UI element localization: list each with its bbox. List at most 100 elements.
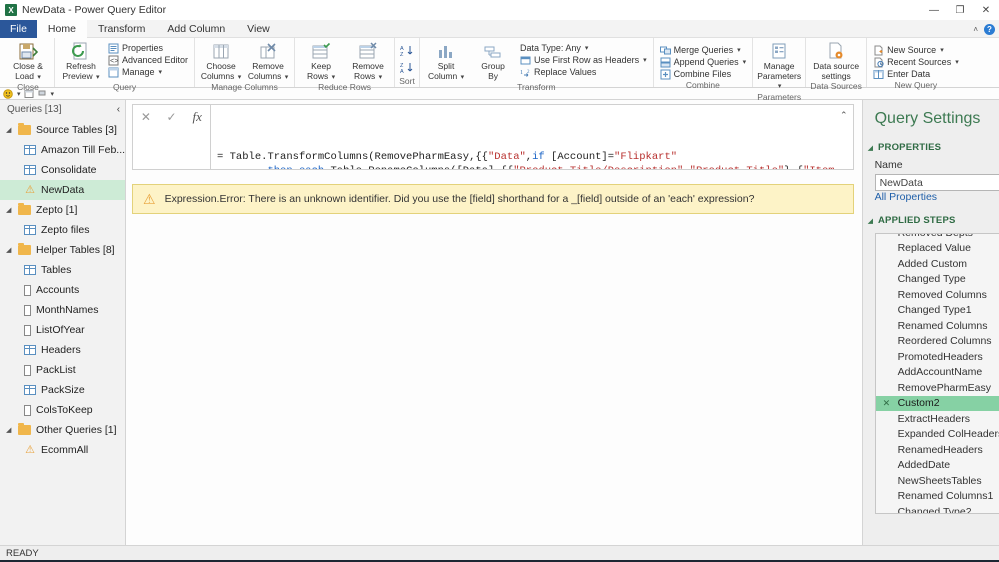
remove-rows-button[interactable]: Remove Rows ▾ <box>345 40 391 82</box>
query-item-listofyear[interactable]: ListOfYear <box>0 320 125 340</box>
query-item-helper-tables-8[interactable]: ◢ Helper Tables [8] <box>0 240 125 260</box>
new-source-icon <box>873 45 884 56</box>
applied-step-changed-type1[interactable]: Changed Type1 <box>876 303 999 319</box>
recent-sources-dropdown-icon[interactable]: ▾ <box>955 58 959 66</box>
applied-step-removepharmeasy[interactable]: RemovePharmEasy✾ <box>876 380 999 396</box>
expand-arrow-icon[interactable]: ◢ <box>6 206 13 214</box>
applied-step-changed-type[interactable]: Changed Type <box>876 272 999 288</box>
query-item-label: PackList <box>36 364 76 376</box>
svg-text:2: 2 <box>527 70 530 75</box>
collapse-ribbon-icon[interactable]: ˄ <box>973 25 978 34</box>
query-item-tables[interactable]: Tables <box>0 260 125 280</box>
first-row-headers-dropdown-icon[interactable]: ▾ <box>643 56 647 64</box>
formula-code-editor[interactable]: ⌃ = Table.TransformColumns(RemovePharmEa… <box>210 104 854 170</box>
applied-step-renamedheaders[interactable]: RenamedHeaders✾ <box>876 442 999 458</box>
group-by-button[interactable]: Group By <box>470 40 516 81</box>
applied-step-replaced-value[interactable]: Replaced Value✾ <box>876 241 999 257</box>
applied-steps-section-header[interactable]: ◢ APPLIED STEPS <box>863 203 999 230</box>
checkmark-icon[interactable]: ✓ <box>162 109 182 125</box>
merge-queries-dropdown-icon[interactable]: ▾ <box>737 46 741 54</box>
applied-step-addaccountname[interactable]: AddAccountName <box>876 365 999 381</box>
applied-step-reordered-columns[interactable]: Reordered Columns <box>876 334 999 350</box>
new-source-button[interactable]: New Source ▾ <box>870 44 962 56</box>
query-item-headers[interactable]: Headers <box>0 340 125 360</box>
append-queries-button[interactable]: Append Queries ▾ <box>657 56 750 68</box>
query-item-other-queries-1[interactable]: ◢ Other Queries [1] <box>0 420 125 440</box>
applied-step-changed-type2[interactable]: Changed Type2 <box>876 504 999 513</box>
choose-columns-button[interactable]: Choose Columns ▾ <box>198 40 244 82</box>
ribbon-tab-home[interactable]: Home <box>36 20 87 38</box>
split-column-button[interactable]: Split Column ▾ <box>423 40 469 82</box>
fx-icon[interactable]: fx <box>187 109 207 125</box>
step-error-icon: ✕ <box>882 397 891 408</box>
query-item-monthnames[interactable]: MonthNames <box>0 300 125 320</box>
query-item-amazon-till-feb[interactable]: Amazon Till Feb... <box>0 140 125 160</box>
query-item-accounts[interactable]: Accounts <box>0 280 125 300</box>
applied-step-extractheaders[interactable]: ExtractHeaders✾ <box>876 411 999 427</box>
sort-descending-button[interactable]: ZA <box>398 60 416 75</box>
use-first-row-as-headers-button[interactable]: Use First Row as Headers ▾ <box>517 54 650 66</box>
close-button[interactable]: ✕ <box>973 0 999 20</box>
applied-step-promotedheaders[interactable]: PromotedHeaders <box>876 349 999 365</box>
query-item-packlist[interactable]: PackList <box>0 360 125 380</box>
append-queries-dropdown-icon[interactable]: ▾ <box>743 58 747 66</box>
formula-line: = Table.TransformColumns(RemovePharmEasy… <box>217 151 678 163</box>
applied-step-addeddate[interactable]: AddedDate <box>876 458 999 474</box>
sort-ascending-button[interactable]: AZ <box>398 43 416 58</box>
query-item-ecommall[interactable]: ⚠ EcommAll <box>0 440 125 460</box>
manage-parameters-button[interactable]: Manage Parameters ▾ <box>756 40 802 92</box>
query-item-label: Amazon Till Feb... <box>41 144 126 156</box>
ribbon-tab-transform[interactable]: Transform <box>87 20 156 38</box>
query-item-consolidate[interactable]: Consolidate <box>0 160 125 180</box>
data-source-settings-button[interactable]: Data source settings <box>809 40 863 81</box>
customize-qat-dropdown-icon[interactable]: ▾ <box>51 90 55 98</box>
ribbon-tab-add-column[interactable]: Add Column <box>156 20 236 38</box>
applied-step-renamed-columns1[interactable]: Renamed Columns1 <box>876 489 999 505</box>
manage-dropdown-icon[interactable]: ▾ <box>159 68 163 76</box>
applied-step-removed-columns[interactable]: Removed Columns <box>876 287 999 303</box>
manage-button[interactable]: Manage ▾ <box>105 66 191 78</box>
recent-sources-button[interactable]: Recent Sources ▾ <box>870 56 962 68</box>
advanced-editor-button[interactable]: <> Advanced Editor <box>105 54 191 66</box>
keep-rows-button[interactable]: Keep Rows ▾ <box>298 40 344 82</box>
combine-files-button[interactable]: Combine Files <box>657 68 750 80</box>
all-properties-link[interactable]: All Properties <box>863 183 937 203</box>
chevron-left-icon[interactable]: ‹ <box>117 104 120 115</box>
applied-step-added-custom[interactable]: Added Custom✾ <box>876 256 999 272</box>
enter-data-button[interactable]: Enter Data <box>870 68 962 80</box>
properties-section-header[interactable]: ◢ PROPERTIES <box>863 130 999 157</box>
query-item-label: EcommAll <box>41 444 89 456</box>
applied-step-removed-depts[interactable]: Removed Depts✾ <box>876 234 999 241</box>
expand-arrow-icon[interactable]: ◢ <box>6 246 13 254</box>
remove-columns-button[interactable]: Remove Columns ▾ <box>245 40 291 82</box>
help-icon[interactable]: ? <box>984 23 995 35</box>
query-item-colstokeep[interactable]: ColsToKeep <box>0 400 125 420</box>
query-item-label: ColsToKeep <box>36 404 93 416</box>
query-item-packsize[interactable]: PackSize <box>0 380 125 400</box>
ribbon-tab-view[interactable]: View <box>236 20 281 38</box>
ribbon-tab-file[interactable]: File <box>0 20 37 38</box>
applied-step-expanded-colheaders[interactable]: Expanded ColHeaders <box>876 427 999 443</box>
properties-button[interactable]: Properties <box>105 42 191 54</box>
close-and-load-button[interactable]: Close & Load ▾ <box>5 40 51 82</box>
query-item-label: Consolidate <box>41 164 97 176</box>
cancel-icon[interactable]: ✕ <box>136 109 156 125</box>
merge-queries-button[interactable]: Merge Queries ▾ <box>657 44 750 56</box>
data-type-button[interactable]: Data Type: Any ▾ <box>517 42 650 54</box>
query-item-source-tables-3[interactable]: ◢ Source Tables [3] <box>0 120 125 140</box>
chevron-up-icon[interactable]: ⌃ <box>840 109 848 123</box>
replace-values-button[interactable]: 12 Replace Values <box>517 66 650 78</box>
query-item-zepto-1[interactable]: ◢ Zepto [1] <box>0 200 125 220</box>
applied-step-newsheetstables[interactable]: NewSheetsTables <box>876 473 999 489</box>
query-item-newdata[interactable]: ⚠ NewData <box>0 180 126 200</box>
minimize-button[interactable]: — <box>921 0 947 20</box>
query-item-zepto-files[interactable]: Zepto files <box>0 220 125 240</box>
maximize-button[interactable]: ❐ <box>947 0 973 20</box>
new-source-dropdown-icon[interactable]: ▾ <box>940 46 944 54</box>
expand-arrow-icon[interactable]: ◢ <box>6 426 13 434</box>
refresh-preview-button[interactable]: Refresh Preview ▾ <box>58 40 104 82</box>
expand-arrow-icon[interactable]: ◢ <box>6 126 13 134</box>
applied-step-custom2[interactable]: ✕ Custom2 <box>875 395 999 411</box>
applied-step-renamed-columns[interactable]: Renamed Columns <box>876 318 999 334</box>
data-type-dropdown-icon[interactable]: ▾ <box>585 44 589 52</box>
